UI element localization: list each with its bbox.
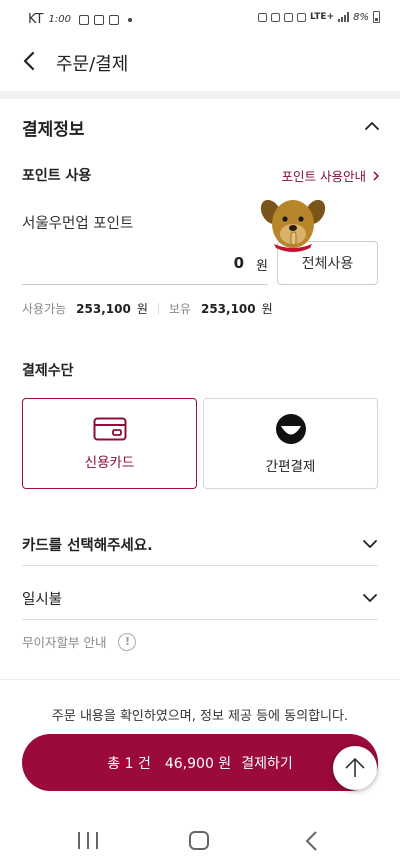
- chevron-down-icon: [363, 540, 377, 548]
- card-select-dropdown[interactable]: 카드를 선택해주세요.: [22, 526, 378, 566]
- carrier-label: KT: [28, 12, 44, 27]
- consent-text: 주문 내용을 확인하였으며, 정보 제공 등에 동의합니다.: [51, 709, 349, 724]
- mascot-character-icon[interactable]: [258, 188, 328, 258]
- chevron-down-icon: [363, 594, 377, 602]
- easy-pay-label: 간편결제: [265, 458, 316, 475]
- pay-amount: 46,900 원: [164, 755, 232, 772]
- point-usage-title: 포인트 사용: [22, 168, 92, 184]
- recent-apps-icon[interactable]: [78, 832, 98, 850]
- available-unit: 원: [136, 302, 148, 316]
- status-bar: KT 1:00 LTE+ 8%: [0, 0, 400, 38]
- arrow-up-icon: [345, 757, 365, 777]
- battery-icon: [373, 11, 380, 23]
- interest-free-label: 무이자할부 안내: [22, 635, 107, 650]
- footer-divider: [0, 679, 400, 680]
- more-notifications-icon: [127, 17, 132, 22]
- section-title: 결제정보: [22, 120, 85, 140]
- credit-card-label: 신용카드: [84, 454, 135, 471]
- installment-selected-value: 일시불: [22, 592, 63, 608]
- chevron-right-icon: [373, 170, 380, 181]
- held-label: 보유: [168, 302, 191, 316]
- section-divider: [0, 91, 400, 99]
- held-unit: 원: [261, 302, 273, 316]
- back-arrow-icon[interactable]: [18, 49, 42, 73]
- system-nav-bar: [0, 816, 400, 866]
- installment-select-dropdown[interactable]: 일시불: [22, 580, 378, 620]
- pay-button[interactable]: 총 1 건 46,900 원 결제하기: [22, 734, 378, 791]
- page-title: 주문/결제: [56, 54, 129, 75]
- scroll-to-top-button[interactable]: [333, 746, 377, 790]
- point-balance-row: 사용가능 253,100 원 보유 253,100 원: [22, 300, 273, 317]
- card-select-placeholder: 카드를 선택해주세요.: [22, 538, 153, 554]
- mute-icon: [284, 12, 294, 22]
- signal-icon: [338, 12, 350, 22]
- credit-card-option[interactable]: 신용카드: [22, 398, 197, 489]
- bluetooth-icon: [271, 12, 281, 22]
- point-guide-link[interactable]: 포인트 사용안내: [282, 166, 380, 185]
- battery-percent: 8%: [353, 11, 369, 23]
- home-icon[interactable]: [189, 831, 209, 850]
- easy-pay-option[interactable]: 간편결제: [203, 398, 378, 489]
- app-bar: 주문/결제: [0, 38, 400, 88]
- app-notification-icon: [108, 14, 119, 25]
- network-label: LTE+: [310, 12, 335, 22]
- available-label: 사용가능: [22, 302, 67, 316]
- credit-card-icon: [93, 417, 126, 440]
- chevron-up-icon[interactable]: [364, 118, 380, 134]
- point-amount-value: 0: [233, 254, 244, 272]
- point-amount-input[interactable]: 0 원: [22, 242, 268, 285]
- payment-info-header[interactable]: 결제정보: [0, 100, 400, 152]
- point-guide-label: 포인트 사용안내: [281, 169, 366, 184]
- pay-action-label: 결제하기: [241, 755, 293, 772]
- point-name: 서울우먼업 포인트: [22, 216, 134, 232]
- available-amount: 253,100: [76, 301, 131, 316]
- system-back-icon[interactable]: [302, 830, 322, 852]
- held-amount: 253,100: [200, 301, 256, 316]
- clock: 1:00: [48, 14, 71, 25]
- point-usage-row: 포인트 사용 포인트 사용안내: [0, 160, 400, 190]
- hd-voice-icon: [297, 12, 307, 22]
- interest-free-info[interactable]: 무이자할부 안내 !: [22, 632, 137, 651]
- balance-separator: [157, 302, 159, 315]
- gallery-notification-icon: [78, 14, 89, 25]
- pay-count: 총 1 건: [107, 755, 151, 772]
- payment-method-title: 결제수단: [22, 363, 74, 379]
- message-notification-icon: [93, 14, 104, 25]
- info-icon[interactable]: !: [118, 632, 137, 651]
- easy-pay-icon: [275, 413, 306, 444]
- alarm-icon: [258, 12, 268, 22]
